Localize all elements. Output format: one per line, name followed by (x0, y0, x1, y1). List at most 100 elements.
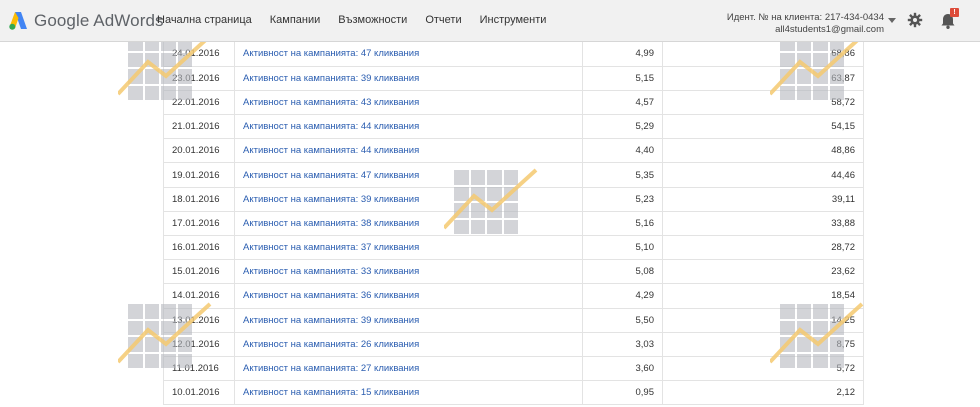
campaign-activity-link[interactable]: Активност на кампанията: 39 кликвания (243, 315, 419, 326)
row-date: 17.01.2016 (163, 211, 235, 237)
row-campaign-cell: Активност на кампанията: 43 кликвания (234, 90, 583, 116)
campaign-activity-link[interactable]: Активност на кампанията: 47 кликвания (243, 48, 419, 59)
row-value-1: 5,29 (582, 114, 663, 140)
row-value-1: 0,95 (582, 380, 663, 406)
table-row: 20.01.2016 Активност на кампанията: 44 кл… (163, 138, 864, 164)
table-row: 22.01.2016 Активност на кампанията: 43 кл… (163, 90, 864, 116)
row-value-1: 5,08 (582, 259, 663, 285)
table-row: 23.01.2016 Активност на кампанията: 39 кл… (163, 66, 864, 91)
main-nav: Начална страница Кампании Възможности От… (157, 14, 564, 26)
table-row: 15.01.2016 Активност на кампанията: 33 кл… (163, 259, 864, 285)
campaign-activity-link[interactable]: Активност на кампанията: 38 кликвания (243, 218, 419, 229)
row-value-2: 68,86 (662, 42, 864, 67)
table-row: 13.01.2016 Активност на кампанията: 39 кл… (163, 308, 864, 333)
table-row: 21.01.2016 Активност на кампанията: 44 кл… (163, 114, 864, 140)
row-value-2: 48,86 (662, 138, 864, 164)
campaign-activity-link[interactable]: Активност на кампанията: 15 кликвания (243, 387, 419, 398)
row-value-1: 3,03 (582, 332, 663, 357)
row-value-2: 14,25 (662, 308, 864, 333)
row-value-1: 5,23 (582, 187, 663, 212)
row-campaign-cell: Активност на кампанията: 39 кликвания (234, 308, 583, 333)
row-value-1: 4,57 (582, 90, 663, 116)
row-value-1: 5,10 (582, 235, 663, 261)
row-value-2: 44,46 (662, 162, 864, 188)
row-campaign-cell: Активност на кампанията: 33 кликвания (234, 259, 583, 285)
row-date: 13.01.2016 (163, 308, 235, 333)
table-row: 14.01.2016 Активност на кампанията: 36 кл… (163, 283, 864, 309)
row-date: 19.01.2016 (163, 162, 235, 188)
campaign-activity-link[interactable]: Активност на кампанията: 47 кликвания (243, 170, 419, 181)
campaign-activity-link[interactable]: Активност на кампанията: 36 кликвания (243, 290, 419, 301)
table-row: 16.01.2016 Активност на кампанията: 37 кл… (163, 235, 864, 261)
table-row: 10.01.2016 Активност на кампанията: 15 кл… (163, 380, 864, 406)
campaign-activity-link[interactable]: Активност на кампанията: 44 кликвания (243, 145, 419, 156)
nav-reports[interactable]: Отчети (425, 14, 461, 26)
table-row: 19.01.2016 Активност на кампанията: 47 кл… (163, 162, 864, 188)
row-value-1: 5,16 (582, 211, 663, 237)
row-date: 21.01.2016 (163, 114, 235, 140)
client-id: Идент. № на клиента: 217-434-0434 (726, 12, 884, 23)
adwords-logo[interactable]: Google AdWords (8, 9, 164, 33)
row-value-2: 23,62 (662, 259, 864, 285)
campaign-activity-link[interactable]: Активност на кампанията: 39 кликвания (243, 194, 419, 205)
row-value-1: 5,35 (582, 162, 663, 188)
row-value-2: 28,72 (662, 235, 864, 261)
gear-icon[interactable] (907, 12, 923, 28)
notification-badge: ! (950, 8, 959, 17)
row-date: 23.01.2016 (163, 66, 235, 91)
row-value-2: 18,54 (662, 283, 864, 309)
campaign-activity-link[interactable]: Активност на кампанията: 37 кликвания (243, 242, 419, 253)
row-campaign-cell: Активност на кампанията: 27 кликвания (234, 356, 583, 382)
table-row: 12.01.2016 Активност на кампанията: 26 кл… (163, 332, 864, 357)
row-campaign-cell: Активност на кампанията: 39 кликвания (234, 187, 583, 212)
row-campaign-cell: Активност на кампанията: 26 кликвания (234, 332, 583, 357)
row-campaign-cell: Активност на кампанията: 15 кликвания (234, 380, 583, 406)
row-value-1: 3,60 (582, 356, 663, 382)
row-value-1: 4,40 (582, 138, 663, 164)
row-campaign-cell: Активност на кампанията: 39 кликвания (234, 66, 583, 91)
row-value-1: 4,29 (582, 283, 663, 309)
nav-campaigns[interactable]: Кампании (270, 14, 321, 26)
row-value-2: 33,88 (662, 211, 864, 237)
campaign-activity-link[interactable]: Активност на кампанията: 39 кликвания (243, 73, 419, 84)
table-row: 11.01.2016 Активност на кампанията: 27 кл… (163, 356, 864, 382)
campaign-activity-link[interactable]: Активност на кампанията: 43 кликвания (243, 97, 419, 108)
campaign-activity-link[interactable]: Активност на кампанията: 27 кликвания (243, 363, 419, 374)
campaign-activity-link[interactable]: Активност на кампанията: 44 кликвания (243, 121, 419, 132)
row-date: 12.01.2016 (163, 332, 235, 357)
row-campaign-cell: Активност на кампанията: 44 кликвания (234, 138, 583, 164)
row-value-2: 39,11 (662, 187, 864, 212)
account-info[interactable]: Идент. № на клиента: 217-434-0434 all4st… (727, 12, 884, 36)
row-value-1: 5,50 (582, 308, 663, 333)
brand-name: Google AdWords (34, 11, 164, 30)
table-row: 24.01.2016 Активност на кампанията: 47 кл… (163, 42, 864, 67)
campaign-activity-link[interactable]: Активност на кампанията: 26 кликвания (243, 339, 419, 350)
table-row: 18.01.2016 Активност на кампанията: 39 кл… (163, 187, 864, 212)
row-value-1: 5,15 (582, 66, 663, 91)
nav-home[interactable]: Начална страница (157, 14, 252, 26)
table-row: 17.01.2016 Активност на кампанията: 38 кл… (163, 211, 864, 237)
row-date: 10.01.2016 (163, 380, 235, 406)
top-bar: Google AdWords Начална страница Кампании… (0, 0, 980, 42)
row-campaign-cell: Активност на кампанията: 38 кликвания (234, 211, 583, 237)
row-date: 14.01.2016 (163, 283, 235, 309)
row-campaign-cell: Активност на кампанията: 36 кликвания (234, 283, 583, 309)
row-date: 18.01.2016 (163, 187, 235, 212)
row-date: 24.01.2016 (163, 42, 235, 67)
nav-tools[interactable]: Инструменти (480, 14, 547, 26)
row-date: 11.01.2016 (163, 356, 235, 382)
row-campaign-cell: Активност на кампанията: 37 кликвания (234, 235, 583, 261)
campaign-activity-link[interactable]: Активност на кампанията: 33 кликвания (243, 266, 419, 277)
row-value-2: 2,12 (662, 380, 864, 406)
row-value-1: 4,99 (582, 42, 663, 67)
row-date: 16.01.2016 (163, 235, 235, 261)
nav-opportunities[interactable]: Възможности (338, 14, 407, 26)
row-value-2: 5,72 (662, 356, 864, 382)
adwords-logo-icon (9, 12, 27, 30)
row-value-2: 58,72 (662, 90, 864, 116)
chevron-down-icon[interactable] (888, 18, 896, 23)
account-email: all4students1@gmail.com (775, 24, 884, 35)
row-value-2: 54,15 (662, 114, 864, 140)
row-date: 15.01.2016 (163, 259, 235, 285)
row-campaign-cell: Активност на кампанията: 44 кликвания (234, 114, 583, 140)
